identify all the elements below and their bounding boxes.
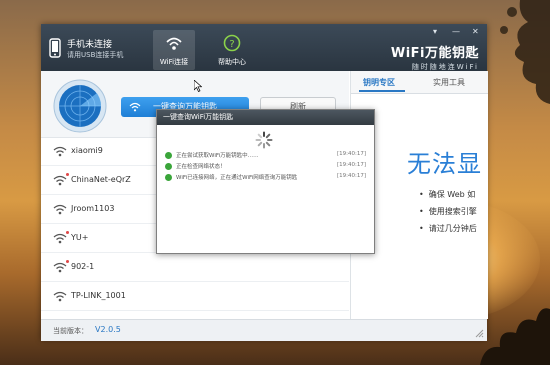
menu-button[interactable]: ▾ [433, 27, 437, 36]
tip-item: 使用搜索引擎 [419, 206, 477, 223]
title-bar: 手机未连接 请用USB连接手机 WiFi连接 ? 帮助中心 ▾ — ✕ WiFi… [41, 24, 487, 71]
phone-status[interactable]: 手机未连接 请用USB连接手机 [49, 36, 144, 62]
tab-wifi-connect[interactable]: WiFi连接 [153, 30, 195, 70]
wifi-name: ChinaNet-eQrZ [71, 175, 131, 184]
radar-icon [53, 79, 107, 133]
wifi-icon [129, 102, 141, 112]
step-time: [19:40:17] [337, 162, 366, 168]
step-time: [19:40:17] [337, 173, 366, 179]
active-tab-indicator [359, 90, 405, 92]
wifi-icon [166, 37, 182, 50]
wifi-name: 902-1 [71, 262, 95, 271]
question-icon: ? [223, 34, 241, 52]
status-bar: 当前版本： V2.0.5 [41, 319, 487, 341]
tab-help-center[interactable]: ? 帮助中心 [211, 30, 253, 70]
tab-help-center-label: 帮助中心 [218, 58, 246, 66]
minimize-button[interactable]: — [452, 27, 460, 36]
progress-step: 正在检查网络状态！ [19:40:17] [165, 162, 370, 172]
wifi-name: YU+ [71, 233, 89, 242]
check-icon [165, 174, 172, 181]
info-tabs: 钥明专区 实用工具 [351, 71, 488, 94]
close-button[interactable]: ✕ [472, 27, 479, 36]
tip-item: 请过几分钟后 [419, 223, 477, 240]
wifi-signal-icon [53, 262, 67, 273]
list-item[interactable]: 902-1 [41, 253, 349, 282]
phone-status-subtitle: 请用USB连接手机 [67, 51, 124, 59]
tab-key-zone[interactable]: 钥明专区 [363, 77, 395, 88]
wifi-signal-icon [53, 291, 67, 302]
svg-text:?: ? [229, 39, 234, 50]
tip-item: 确保 Web 如 [419, 189, 477, 206]
query-dialog: 一键查询WiFi万能钥匙 正在尝试获取WiFi万能钥匙中…… [19:40:17… [156, 109, 375, 254]
wifi-signal-icon [53, 175, 67, 186]
wifi-signal-icon [53, 204, 67, 215]
tab-wifi-connect-label: WiFi连接 [159, 58, 189, 66]
phone-status-title: 手机未连接 [67, 40, 113, 50]
mouse-cursor-icon [194, 80, 202, 92]
phone-icon [49, 38, 61, 58]
error-title: 无法显 [407, 150, 482, 178]
wifi-signal-icon [53, 146, 67, 157]
resize-grip-icon[interactable] [474, 328, 484, 338]
progress-step: 正在尝试获取WiFi万能钥匙中…… [19:40:17] [165, 151, 370, 161]
step-time: [19:40:17] [337, 151, 366, 157]
step-text: 正在尝试获取WiFi万能钥匙中…… [176, 153, 259, 159]
new-badge-dot [66, 260, 69, 263]
new-badge-dot [66, 231, 69, 234]
check-icon [165, 152, 172, 159]
wifi-name: xiaomi9 [71, 146, 103, 155]
new-badge-dot [66, 173, 69, 176]
brand-name: WiFi万能钥匙 [390, 46, 479, 61]
loading-spinner-icon [255, 131, 273, 149]
tips-list: 确保 Web 如 使用搜索引擎 请过几分钟后 [419, 189, 477, 240]
tab-tools[interactable]: 实用工具 [433, 77, 465, 88]
step-text: WiFi已连接网络，正在通过WiFi网络查询万能钥匙 [176, 175, 298, 181]
wifi-signal-icon [53, 233, 67, 244]
version-value: V2.0.5 [95, 325, 121, 334]
wifi-name: Jroom1103 [71, 204, 115, 213]
check-icon [165, 163, 172, 170]
step-text: 正在检查网络状态！ [176, 164, 226, 170]
version-label: 当前版本： [53, 327, 88, 335]
list-item[interactable]: TP-LINK_1001 [41, 282, 349, 311]
background-tree-silhouette [500, 0, 550, 104]
brand-logo: WiFi万能钥匙 随时随地连WiFi [391, 42, 479, 72]
dialog-title: 一键查询WiFi万能钥匙 [157, 110, 374, 125]
progress-step: WiFi已连接网络，正在通过WiFi网络查询万能钥匙 [19:40:17] [165, 173, 370, 183]
wifi-name: TP-LINK_1001 [71, 291, 126, 300]
